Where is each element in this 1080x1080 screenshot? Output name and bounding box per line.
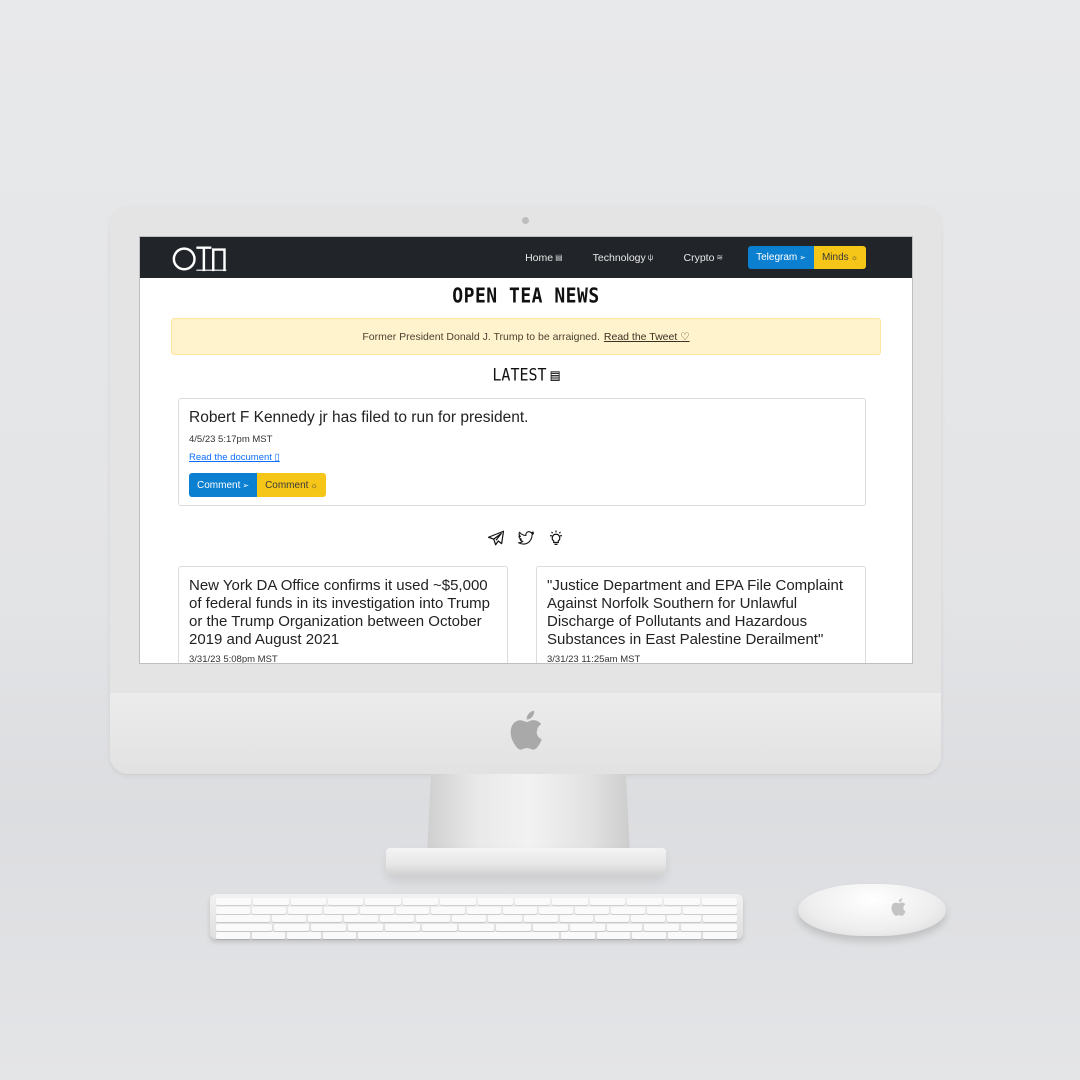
card-title: "Justice Department and EPA File Complai… [547,577,844,648]
social-button-group: Telegram ➢ Minds ☼ [748,246,866,269]
alert-text: Former President Donald J. Trump to be a… [362,330,600,343]
usb-icon: ψ [647,253,654,262]
screen: Home ▤ Technology ψ Crypto ≋ Telegram ➢ … [139,236,913,664]
social-icons-row [140,529,912,547]
camera [522,217,529,224]
card-date: 4/5/23 5:17pm MST [189,434,273,445]
card-title: Robert F Kennedy jr has filed to run for… [189,409,529,426]
telegram-icon: ➢ [242,480,250,490]
mouse [798,884,946,936]
card-date: 3/31/23 11:25am MST [547,654,641,664]
nav-home-label: Home [525,251,554,264]
twitter-icon: ♡ [680,330,690,343]
news-card-1: New York DA Office confirms it used ~$5,… [178,566,508,664]
alert-banner: Former President Donald J. Trump to be a… [171,318,881,355]
newspaper-icon: ▤ [550,365,560,385]
minds-button[interactable]: Minds ☼ [813,246,866,269]
comment-minds-button[interactable]: Comment ☼ [257,473,326,497]
nav-technology[interactable]: Technology ψ [578,252,669,264]
nav-crypto[interactable]: Crypto ≋ [668,252,738,264]
latest-heading: LATEST ▤ [140,364,912,386]
read-tweet-link-label: Read the Tweet [603,330,678,343]
apple-logo-icon [510,710,542,750]
comment-minds-label: Comment [265,479,309,491]
read-tweet-link[interactable]: Read the Tweet ♡ [604,331,690,343]
telegram-button-label: Telegram [756,252,798,263]
nav-home[interactable]: Home ▤ [510,252,578,264]
latest-news-card: Robert F Kennedy jr has filed to run for… [178,398,866,506]
telegram-button[interactable]: Telegram ➢ [748,246,814,269]
telegram-icon[interactable] [487,529,505,547]
lightbulb-icon: ☼ [310,480,318,490]
site-title: OPEN TEA NEWS [452,284,600,309]
minds-button-label: Minds [821,252,849,263]
lightbulb-icon: ☼ [850,253,858,262]
stand-neck [427,774,630,854]
comment-telegram-label: Comment [197,479,241,491]
card-date: 3/31/23 5:08pm MST [189,654,278,664]
navbar: Home ▤ Technology ψ Crypto ≋ Telegram ➢ … [140,237,912,278]
newspaper-icon: ▤ [555,253,563,262]
document-icon: ▯ [274,452,280,463]
nav-links: Home ▤ Technology ψ Crypto ≋ Telegram ➢ … [510,246,866,269]
read-document-label: Read the document [189,452,272,463]
news-card-2: "Justice Department and EPA File Complai… [536,566,866,664]
telegram-icon: ➢ [799,253,806,262]
card-title: New York DA Office confirms it used ~$5,… [189,577,490,648]
lightbulb-icon[interactable] [547,529,565,547]
comment-telegram-button[interactable]: Comment ➢ [189,473,258,497]
latest-heading-label: LATEST [492,365,547,385]
stand-foot [386,848,666,876]
twitter-icon[interactable] [517,529,535,547]
brand-logo[interactable] [172,243,228,273]
nav-crypto-label: Crypto [683,251,715,264]
nav-technology-label: Technology [592,251,646,264]
coin-icon: ≋ [716,253,724,262]
keyboard [210,894,743,939]
mouse-apple-logo-icon [891,898,906,916]
comment-button-group: Comment ➢ Comment ☼ [189,473,855,497]
read-document-link[interactable]: Read the document ▯ [189,452,280,463]
